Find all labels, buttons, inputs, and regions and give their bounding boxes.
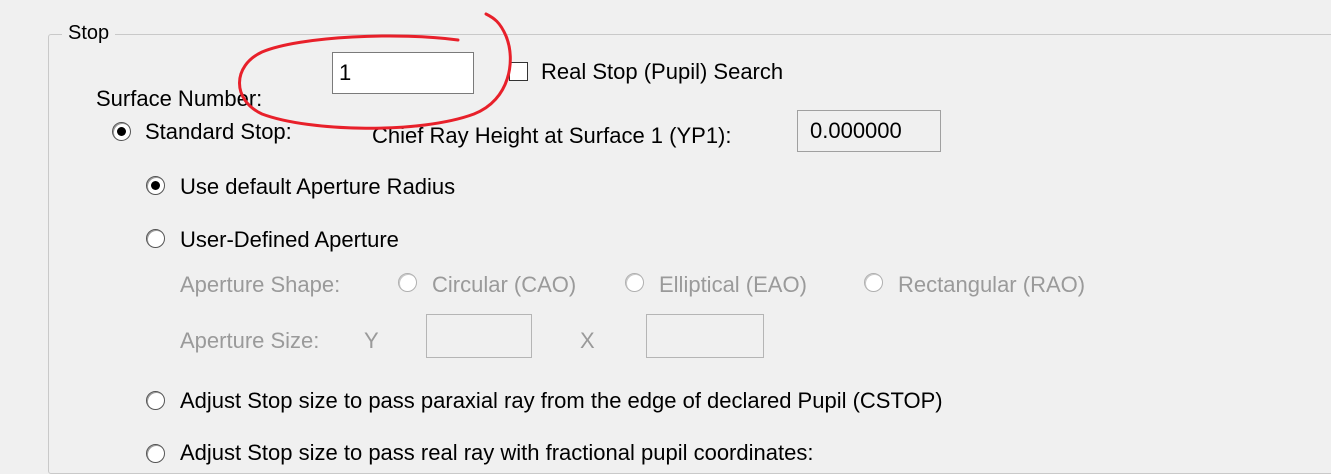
chief-ray-label: Chief Ray Height at Surface 1 (YP1): — [372, 123, 732, 148]
chief-ray-value-field[interactable]: 0.000000 — [797, 110, 941, 152]
aperture-size-x-input[interactable] — [646, 314, 764, 358]
aperture-shape-label: Aperture Shape: — [180, 272, 341, 297]
surface-number-input[interactable]: 1 — [332, 52, 474, 94]
cstop-label[interactable]: Adjust Stop size to pass paraxial ray fr… — [180, 388, 943, 414]
circular-cao-radio[interactable] — [398, 273, 417, 292]
elliptical-eao-label[interactable]: Elliptical (EAO) — [659, 272, 807, 298]
use-default-aperture-radio[interactable] — [146, 176, 165, 195]
aperture-size-x-label: X — [580, 328, 595, 353]
standard-stop-label[interactable]: Standard Stop: — [145, 119, 292, 145]
surface-number-label: Surface Number: — [96, 86, 263, 111]
aperture-size-label: Aperture Size: — [180, 328, 320, 353]
real-ray-radio[interactable] — [146, 444, 165, 463]
real-stop-search-checkbox[interactable] — [509, 62, 528, 81]
stop-group-title: Stop — [62, 22, 116, 45]
user-defined-aperture-label[interactable]: User-Defined Aperture — [180, 227, 399, 253]
standard-stop-radio[interactable] — [112, 122, 131, 141]
real-ray-label[interactable]: Adjust Stop size to pass real ray with f… — [180, 440, 813, 466]
rectangular-rao-radio[interactable] — [864, 273, 883, 292]
real-stop-search-label[interactable]: Real Stop (Pupil) Search — [541, 59, 783, 85]
aperture-size-y-label: Y — [364, 328, 379, 353]
use-default-aperture-label[interactable]: Use default Aperture Radius — [180, 174, 455, 200]
aperture-size-y-input[interactable] — [426, 314, 532, 358]
cstop-radio[interactable] — [146, 391, 165, 410]
circular-cao-label[interactable]: Circular (CAO) — [432, 272, 576, 298]
rectangular-rao-label[interactable]: Rectangular (RAO) — [898, 272, 1085, 298]
user-defined-aperture-radio[interactable] — [146, 229, 165, 248]
elliptical-eao-radio[interactable] — [625, 273, 644, 292]
